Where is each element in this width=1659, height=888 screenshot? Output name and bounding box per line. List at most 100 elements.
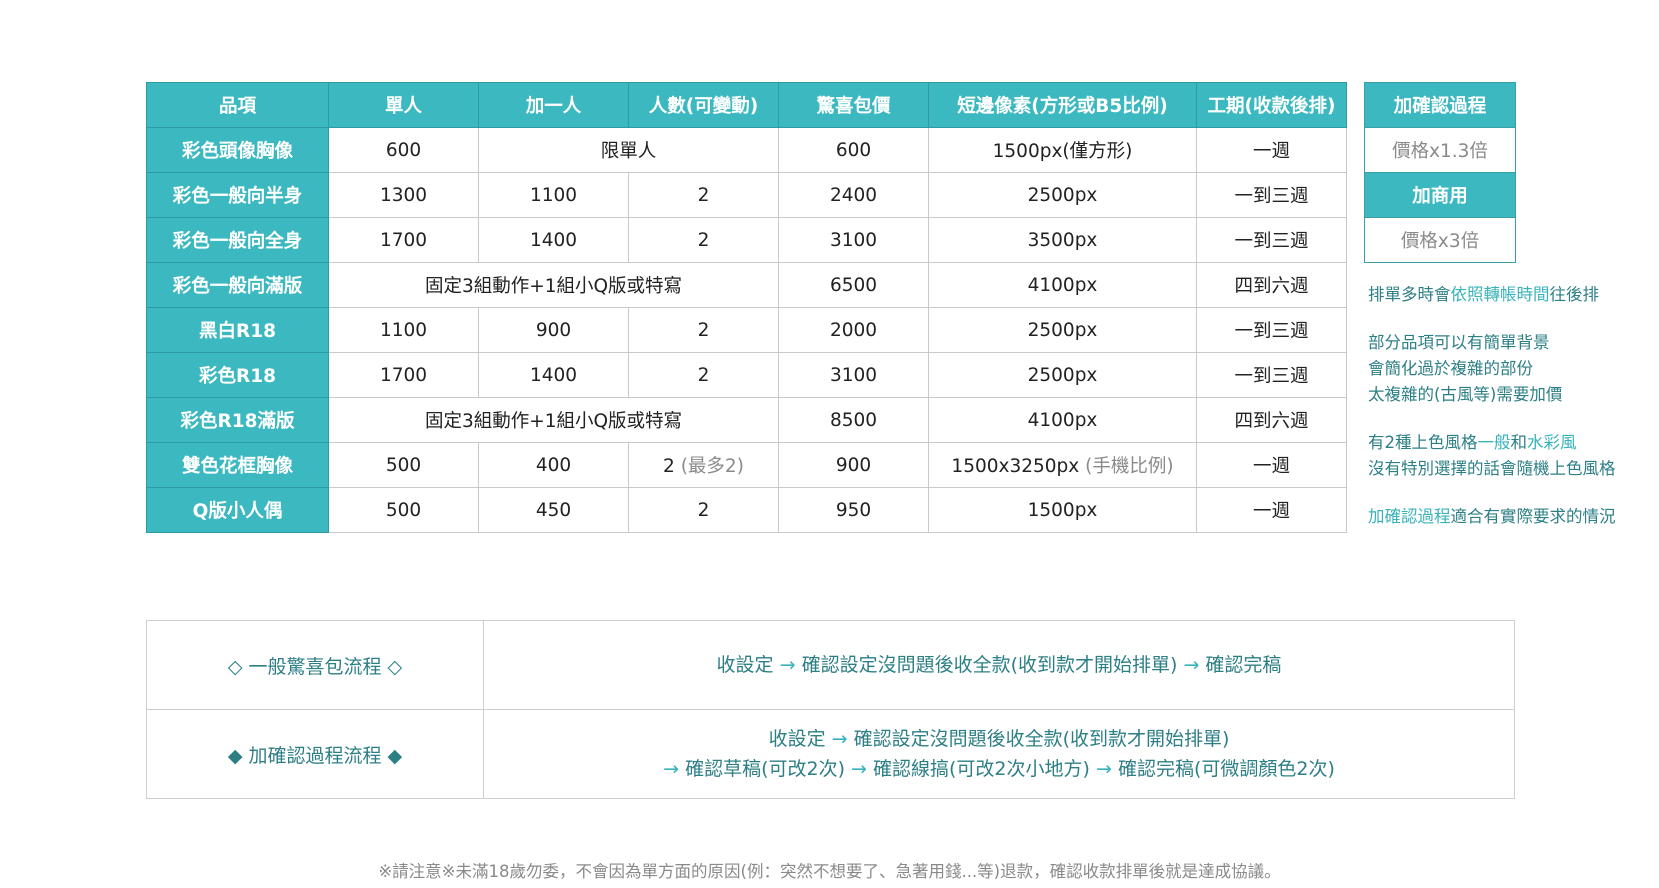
row-item: 雙色花框胸像 xyxy=(146,442,329,488)
price-single: 500 xyxy=(328,442,479,488)
addon-table: 加確認過程 價格x1.3倍 加商用 價格x3倍 xyxy=(1364,82,1516,263)
price-add-one: 1400 xyxy=(478,352,629,398)
people-count: 2 xyxy=(628,217,779,263)
note-simplify: 會簡化過於複雜的部份 xyxy=(1368,359,1533,378)
pixels: 2500px xyxy=(928,307,1197,353)
fixed-composition-note: 固定3組動作+1組小Q版或特寫 xyxy=(328,262,779,308)
period: 一到三週 xyxy=(1196,172,1347,218)
header-pixels: 短邊像素(方形或B5比例) xyxy=(928,82,1197,128)
normal-flow-label: ◇ 一般驚喜包流程 ◇ xyxy=(146,620,484,710)
commercial-header: 加商用 xyxy=(1364,172,1516,218)
commercial-value: 價格x3倍 xyxy=(1364,217,1516,263)
pixels: 2500px xyxy=(928,352,1197,398)
header-surprise-price: 驚喜包價 xyxy=(778,82,929,128)
price-single: 1700 xyxy=(328,217,479,263)
people-count: 2 xyxy=(628,307,779,353)
price-surprise: 3100 xyxy=(778,217,929,263)
row-item: 彩色一般向半身 xyxy=(146,172,329,218)
header-add-one: 加一人 xyxy=(478,82,629,128)
row-item: 彩色頭像胸像 xyxy=(146,127,329,173)
footer-disclaimer: ※請注意※未滿18歲勿委，不會因為單方面的原因(例：突然不想要了、急著用錢...… xyxy=(378,862,1281,881)
price-add-one: 900 xyxy=(478,307,629,353)
single-only-note: 限單人 xyxy=(478,127,779,173)
pixels: 1500px xyxy=(928,487,1197,533)
period: 一到三週 xyxy=(1196,307,1347,353)
row-item: Q版小人偶 xyxy=(146,487,329,533)
flow-table: ◇ 一般驚喜包流程 ◇ 收設定 → 確認設定沒問題後收全款(收到款才開始排單) … xyxy=(146,620,1515,799)
row-item: 黑白R18 xyxy=(146,307,329,353)
table-row: 彩色一般向全身 1700 1400 2 3100 3500px 一到三週 xyxy=(146,217,1347,263)
price-add-one: 1400 xyxy=(478,217,629,263)
table-row: 彩色R18 1700 1400 2 3100 2500px 一到三週 xyxy=(146,352,1347,398)
arrow-icon: → xyxy=(1183,654,1200,676)
price-surprise: 6500 xyxy=(778,262,929,308)
header-period: 工期(收款後排) xyxy=(1196,82,1347,128)
people-count: 2 xyxy=(628,352,779,398)
price-single: 1700 xyxy=(328,352,479,398)
arrow-icon: → xyxy=(1095,758,1112,780)
arrow-icon: → xyxy=(663,758,680,780)
price-surprise: 8500 xyxy=(778,397,929,443)
arrow-icon: → xyxy=(779,654,796,676)
period: 一週 xyxy=(1196,442,1347,488)
people-count: 2 xyxy=(628,172,779,218)
price-table-header: 品項 單人 加一人 人數(可變動) 驚喜包價 短邊像素(方形或B5比例) 工期(… xyxy=(146,82,1347,128)
normal-flow-steps: 收設定 → 確認設定沒問題後收全款(收到款才開始排單) → 確認完稿 xyxy=(483,620,1515,710)
table-row: 雙色花框胸像 500 400 2 (最多2) 900 1500x3250px (… xyxy=(146,442,1347,488)
arrow-icon: → xyxy=(831,728,848,750)
header-people: 人數(可變動) xyxy=(628,82,779,128)
header-single: 單人 xyxy=(328,82,479,128)
note-styles: 有2種上色風格一般和水彩風 xyxy=(1368,433,1577,452)
price-surprise: 2000 xyxy=(778,307,929,353)
note-random-style: 沒有特別選擇的話會隨機上色風格 xyxy=(1368,459,1616,478)
row-item: 彩色一般向全身 xyxy=(146,217,329,263)
row-item: 彩色一般向滿版 xyxy=(146,262,329,308)
table-row: 彩色R18滿版 固定3組動作+1組小Q版或特寫 8500 4100px 四到六週 xyxy=(146,397,1347,443)
note-complex-extra: 太複雜的(古風等)需要加價 xyxy=(1368,385,1563,404)
flow-row-confirm: ◆ 加確認過程流程 ◆ 收設定 → 確認設定沒問題後收全款(收到款才開始排單) … xyxy=(146,709,1515,799)
pixels: 1500x3250px (手機比例) xyxy=(928,442,1197,488)
fixed-composition-note: 固定3組動作+1組小Q版或特寫 xyxy=(328,397,779,443)
confirm-process-value: 價格x1.3倍 xyxy=(1364,127,1516,173)
price-surprise: 950 xyxy=(778,487,929,533)
table-row: 彩色頭像胸像 600 限單人 600 1500px(僅方形) 一週 xyxy=(146,127,1347,173)
price-single: 500 xyxy=(328,487,479,533)
row-item: 彩色R18 xyxy=(146,352,329,398)
price-add-one: 400 xyxy=(478,442,629,488)
table-row: 黑白R18 1100 900 2 2000 2500px 一到三週 xyxy=(146,307,1347,353)
period: 一週 xyxy=(1196,127,1347,173)
confirm-flow-steps: 收設定 → 確認設定沒問題後收全款(收到款才開始排單) → 確認草稿(可改2次)… xyxy=(483,709,1515,799)
pixels: 1500px(僅方形) xyxy=(928,127,1197,173)
note-background: 部分品項可以有簡單背景 xyxy=(1368,333,1550,352)
price-table: 品項 單人 加一人 人數(可變動) 驚喜包價 短邊像素(方形或B5比例) 工期(… xyxy=(146,82,1347,533)
period: 一到三週 xyxy=(1196,217,1347,263)
period: 一週 xyxy=(1196,487,1347,533)
confirm-process-header: 加確認過程 xyxy=(1364,82,1516,128)
table-row: 彩色一般向半身 1300 1100 2 2400 2500px 一到三週 xyxy=(146,172,1347,218)
note-queue: 排單多時會依照轉帳時間往後排 xyxy=(1368,285,1599,304)
notes: 排單多時會依照轉帳時間往後排 部分品項可以有簡單背景 會簡化過於複雜的部份 太複… xyxy=(1368,282,1658,530)
period: 一到三週 xyxy=(1196,352,1347,398)
price-add-one: 450 xyxy=(478,487,629,533)
pixels: 4100px xyxy=(928,397,1197,443)
price-single: 1100 xyxy=(328,307,479,353)
header-item: 品項 xyxy=(146,82,329,128)
price-surprise: 600 xyxy=(778,127,929,173)
arrow-icon: → xyxy=(851,758,867,780)
period: 四到六週 xyxy=(1196,397,1347,443)
confirm-flow-label: ◆ 加確認過程流程 ◆ xyxy=(146,709,484,799)
price-surprise: 900 xyxy=(778,442,929,488)
price-single: 1300 xyxy=(328,172,479,218)
price-surprise: 2400 xyxy=(778,172,929,218)
table-row: 彩色一般向滿版 固定3組動作+1組小Q版或特寫 6500 4100px 四到六週 xyxy=(146,262,1347,308)
row-item: 彩色R18滿版 xyxy=(146,397,329,443)
note-confirm: 加確認過程適合有實際要求的情況 xyxy=(1368,507,1616,526)
price-surprise: 3100 xyxy=(778,352,929,398)
pixels: 3500px xyxy=(928,217,1197,263)
people-count: 2 (最多2) xyxy=(628,442,779,488)
period: 四到六週 xyxy=(1196,262,1347,308)
price-add-one: 1100 xyxy=(478,172,629,218)
pixels: 2500px xyxy=(928,172,1197,218)
table-row: Q版小人偶 500 450 2 950 1500px 一週 xyxy=(146,487,1347,533)
pixels: 4100px xyxy=(928,262,1197,308)
